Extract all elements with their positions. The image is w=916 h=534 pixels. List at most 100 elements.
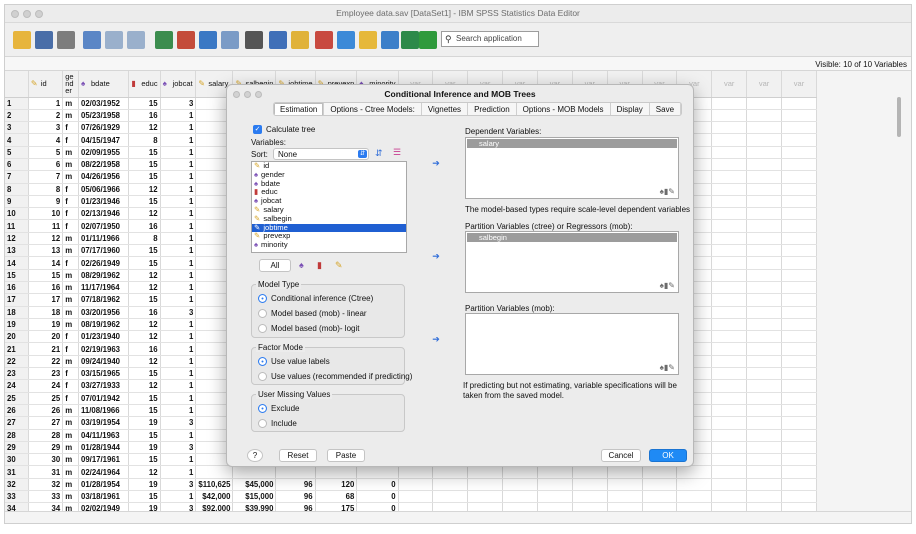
radio-ctree[interactable]: Conditional inference (Ctree) xyxy=(258,294,373,304)
row-number[interactable]: 14 xyxy=(5,256,29,270)
data-cell[interactable]: $42,000 xyxy=(195,490,234,504)
empty-cell[interactable] xyxy=(746,170,783,184)
empty-cell[interactable] xyxy=(781,256,817,270)
empty-cell[interactable] xyxy=(746,392,783,405)
tab-6[interactable]: Save xyxy=(650,103,682,115)
empty-cell[interactable] xyxy=(537,465,573,479)
empty-cell[interactable] xyxy=(711,392,748,405)
data-cell[interactable]: 8 xyxy=(128,133,161,147)
data-cell[interactable]: 31 xyxy=(28,465,64,479)
split-file-icon[interactable] xyxy=(315,31,333,49)
data-cell[interactable]: m xyxy=(62,429,79,442)
data-cell[interactable]: 05/06/1966 xyxy=(78,183,130,196)
empty-cell[interactable] xyxy=(537,490,573,504)
partition-variables-list[interactable]: salbegin ♠▮✎ xyxy=(465,231,679,293)
data-cell[interactable]: f xyxy=(62,330,79,344)
data-cell[interactable]: 4 xyxy=(28,133,64,147)
value-labels-icon[interactable] xyxy=(381,31,399,49)
goto-case-icon[interactable] xyxy=(155,31,173,49)
data-cell[interactable]: 1 xyxy=(160,490,197,504)
data-cell[interactable]: f xyxy=(62,342,79,356)
data-cell[interactable]: 32 xyxy=(28,478,64,492)
data-cell[interactable]: 11/17/1964 xyxy=(78,281,130,295)
data-cell[interactable]: 12 xyxy=(128,281,161,295)
data-cell[interactable]: 2 xyxy=(28,109,64,123)
data-cell[interactable]: $110,625 xyxy=(195,478,234,492)
empty-cell[interactable] xyxy=(781,97,817,110)
data-cell[interactable]: 33 xyxy=(28,490,64,504)
tab-1[interactable]: Options - Ctree Models: xyxy=(324,103,422,115)
empty-cell[interactable] xyxy=(781,429,817,442)
data-cell[interactable]: 3 xyxy=(160,502,197,511)
data-cell[interactable]: m xyxy=(62,355,79,369)
data-cell[interactable]: 01/23/1940 xyxy=(78,330,130,344)
empty-cell[interactable] xyxy=(781,306,817,319)
empty-cell[interactable] xyxy=(642,490,678,504)
empty-cell[interactable] xyxy=(711,183,748,196)
data-cell[interactable]: 22 xyxy=(28,355,64,369)
tab-2[interactable]: Vignettes xyxy=(422,103,469,115)
empty-cell[interactable] xyxy=(502,465,538,479)
empty-cell[interactable] xyxy=(711,367,748,381)
save-icon[interactable] xyxy=(35,31,53,49)
column-header[interactable]: ✎ id xyxy=(28,71,64,98)
empty-cell[interactable] xyxy=(711,404,748,418)
row-number[interactable]: 34 xyxy=(5,502,29,511)
row-number[interactable]: 12 xyxy=(5,232,29,246)
goto-variable-icon[interactable] xyxy=(177,31,195,49)
data-cell[interactable]: 19 xyxy=(128,441,161,455)
data-cell[interactable]: 07/01/1942 xyxy=(78,392,130,405)
insert-cases-icon[interactable] xyxy=(269,31,287,49)
row-number[interactable]: 29 xyxy=(5,441,29,455)
empty-cell[interactable] xyxy=(781,478,817,492)
empty-variable-header[interactable]: var xyxy=(711,71,748,98)
empty-cell[interactable] xyxy=(781,379,817,393)
data-cell[interactable]: 15 xyxy=(128,453,161,467)
data-cell[interactable]: 12 xyxy=(128,269,161,282)
empty-cell[interactable] xyxy=(432,478,469,492)
data-cell[interactable]: 1 xyxy=(160,109,197,123)
search-application-input[interactable]: ⚲ Search application xyxy=(441,31,539,47)
dependent-variables-list[interactable]: salary ♠▮✎ xyxy=(465,137,679,199)
empty-cell[interactable] xyxy=(711,109,748,123)
data-cell[interactable]: 07/17/1960 xyxy=(78,244,130,258)
row-number[interactable]: 16 xyxy=(5,281,29,295)
data-cell[interactable]: m xyxy=(62,502,79,511)
data-cell[interactable] xyxy=(315,465,358,479)
empty-cell[interactable] xyxy=(746,121,783,135)
data-cell[interactable]: m xyxy=(62,453,79,467)
data-cell[interactable]: 29 xyxy=(28,441,64,455)
empty-cell[interactable] xyxy=(537,478,573,492)
horizontal-scrollbar[interactable] xyxy=(5,511,911,523)
data-cell[interactable]: 26 xyxy=(28,404,64,418)
data-cell[interactable]: m xyxy=(62,281,79,295)
data-cell[interactable]: 0 xyxy=(356,478,399,492)
data-cell[interactable]: $39,990 xyxy=(232,502,277,511)
sort-measure-icon[interactable]: ☰ xyxy=(393,147,401,158)
data-cell[interactable]: f xyxy=(62,219,79,233)
help-button[interactable]: ? xyxy=(247,449,263,462)
data-cell[interactable]: 1 xyxy=(160,293,197,307)
data-cell[interactable]: m xyxy=(62,293,79,307)
move-to-partition-button[interactable]: ➔ xyxy=(429,250,443,262)
data-cell[interactable]: 12 xyxy=(128,465,161,479)
variable-list-item[interactable]: ♠ minority xyxy=(252,240,406,250)
empty-cell[interactable] xyxy=(746,133,783,147)
undo-icon[interactable] xyxy=(105,31,123,49)
empty-cell[interactable] xyxy=(781,146,817,159)
data-cell[interactable]: 08/22/1958 xyxy=(78,158,130,172)
data-cell[interactable]: 1 xyxy=(160,183,197,196)
empty-cell[interactable] xyxy=(711,269,748,282)
empty-cell[interactable] xyxy=(711,158,748,172)
empty-cell[interactable] xyxy=(711,207,748,221)
data-cell[interactable]: 15 xyxy=(128,490,161,504)
data-cell[interactable]: 3 xyxy=(160,478,197,492)
empty-cell[interactable] xyxy=(711,379,748,393)
data-cell[interactable]: 1 xyxy=(160,269,197,282)
empty-cell[interactable] xyxy=(711,318,748,332)
empty-cell[interactable] xyxy=(781,133,817,147)
data-cell[interactable]: 15 xyxy=(128,170,161,184)
data-cell[interactable]: 11/08/1966 xyxy=(78,404,130,418)
row-number[interactable]: 24 xyxy=(5,379,29,393)
data-cell[interactable]: 1 xyxy=(160,342,197,356)
